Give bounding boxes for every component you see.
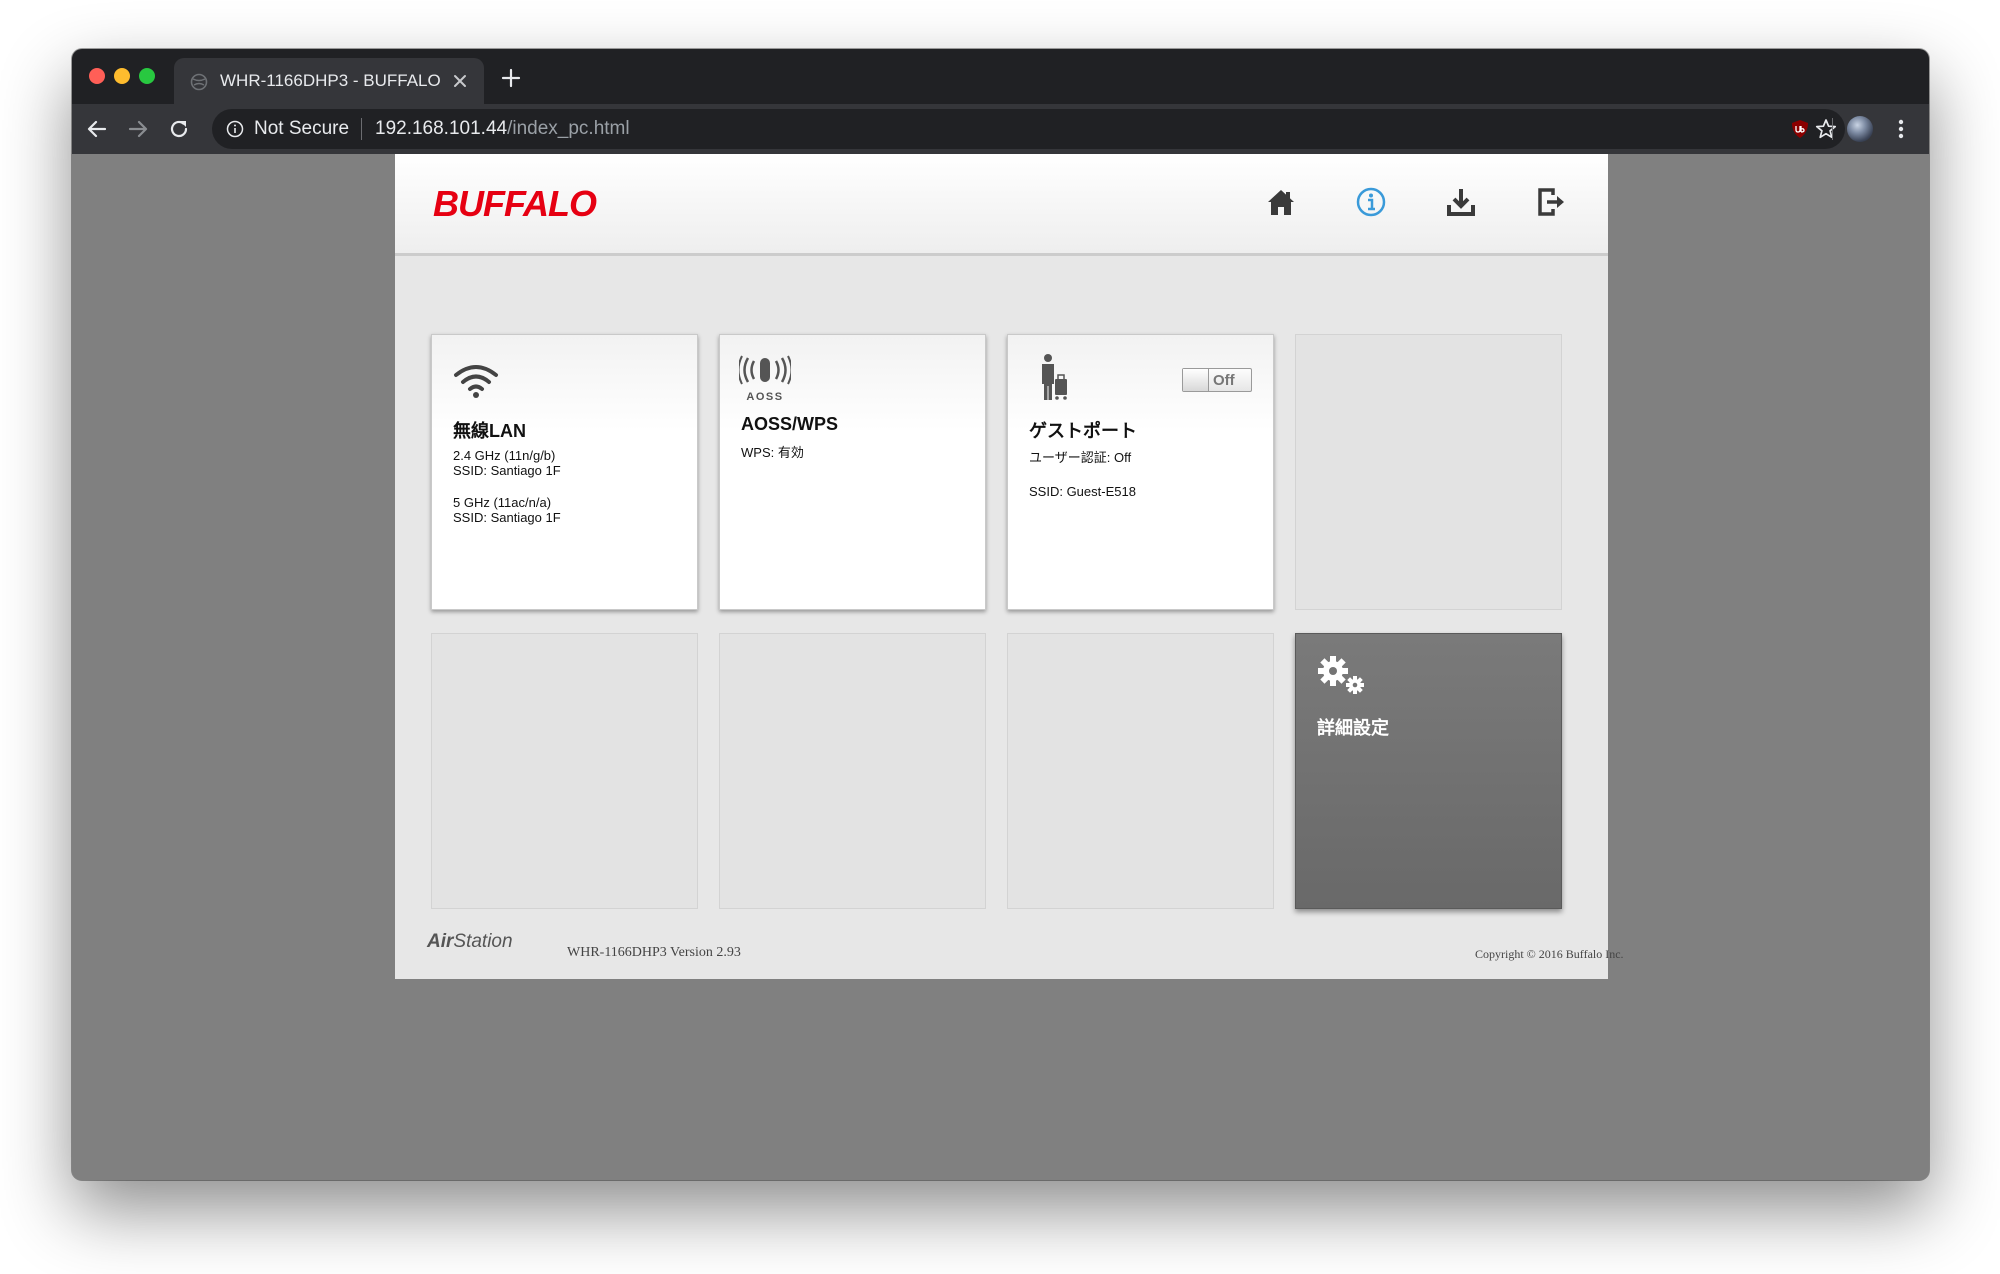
page-viewport: BUFFALO 無線LAN 2.4 GHz (11n/g/b) SSID: Sa…: [72, 154, 1929, 1180]
toggle-knob: [1183, 369, 1209, 391]
guest-user-auth: ユーザー認証: Off: [1029, 450, 1132, 465]
copyright-text: Copyright © 2016 Buffalo Inc.: [1475, 947, 1624, 961]
wps-status: WPS: 有効: [741, 445, 804, 460]
new-tab-icon[interactable]: [498, 65, 524, 91]
profile-avatar[interactable]: [1847, 116, 1873, 142]
minimize-window-button[interactable]: [114, 68, 130, 84]
guest-ssid: SSID: Guest-E518: [1029, 484, 1136, 499]
aoss-wps-tile[interactable]: AOSS AOSS/WPS WPS: 有効: [719, 334, 986, 610]
buffalo-logo: BUFFALO: [433, 183, 597, 224]
brand-station: Station: [453, 931, 513, 952]
airstation-logo: AirStation: [427, 931, 513, 953]
forward-icon[interactable]: [125, 116, 151, 142]
home-icon[interactable]: [1264, 185, 1298, 219]
security-indicator[interactable]: Not Secure: [254, 118, 349, 140]
wifi-icon: [454, 365, 498, 398]
globe-icon: [190, 73, 208, 91]
firmware-version: WHR-1166DHP3 Version 2.93: [567, 945, 741, 960]
maximize-window-button[interactable]: [139, 68, 155, 84]
close-window-button[interactable]: [89, 68, 105, 84]
empty-tile: [431, 633, 698, 909]
browser-window: WHR-1166DHP3 - BUFFALO AirStation Not: [72, 49, 1929, 1180]
address-bar[interactable]: Not Secure 192.168.101.44/index_pc.html: [212, 109, 1845, 149]
toolbar-separator: [1832, 118, 1833, 140]
aoss-icon-label: AOSS: [746, 391, 783, 403]
guest-port-title: ゲストポート: [1029, 421, 1137, 441]
page-header: BUFFALO: [395, 154, 1608, 256]
empty-tile: [1295, 334, 1562, 610]
bookmark-star-icon[interactable]: [1814, 117, 1838, 141]
more-menu-icon[interactable]: [1888, 116, 1914, 142]
guest-port-toggle[interactable]: Off: [1182, 368, 1252, 392]
advanced-settings-title: 詳細設定: [1317, 718, 1389, 738]
info-icon[interactable]: [1354, 185, 1388, 219]
gears-icon: [1318, 656, 1364, 694]
brand-air: Air: [427, 931, 454, 952]
url-host: 192.168.101.44: [375, 118, 508, 139]
browser-tab[interactable]: WHR-1166DHP3 - BUFFALO AirStation: [174, 58, 484, 104]
ublock-extension-icon[interactable]: [1790, 119, 1810, 139]
band-24ghz-ssid: SSID: Santiago 1F: [453, 463, 561, 478]
tab-title: WHR-1166DHP3 - BUFFALO AirStation: [220, 71, 440, 90]
empty-tile: [719, 633, 986, 909]
browser-toolbar: Not Secure 192.168.101.44/index_pc.html: [72, 104, 1929, 154]
guest-port-tile[interactable]: Off ゲストポート ユーザー認証: Off SSID: Guest-E518: [1007, 334, 1274, 610]
wireless-lan-title: 無線LAN: [453, 421, 526, 441]
info-circle-icon[interactable]: [226, 120, 244, 138]
aoss-icon: AOSS: [739, 355, 791, 403]
download-icon[interactable]: [1444, 185, 1478, 219]
wireless-lan-tile[interactable]: 無線LAN 2.4 GHz (11n/g/b) SSID: Santiago 1…: [431, 334, 698, 610]
back-icon[interactable]: [84, 116, 110, 142]
close-tab-icon[interactable]: [448, 69, 472, 93]
url-path: /index_pc.html: [507, 118, 630, 139]
advanced-settings-tile[interactable]: 詳細設定: [1295, 633, 1562, 909]
band-5ghz-label: 5 GHz (11ac/n/a): [453, 495, 552, 510]
band-5ghz-ssid: SSID: Santiago 1F: [453, 510, 561, 525]
address-separator: [361, 118, 362, 140]
guest-traveler-icon: [1042, 354, 1067, 400]
aoss-wps-title: AOSS/WPS: [741, 414, 839, 434]
router-admin-page: BUFFALO 無線LAN 2.4 GHz (11n/g/b) SSID: Sa…: [395, 154, 1624, 979]
empty-tile: [1007, 633, 1274, 909]
band-24ghz-label: 2.4 GHz (11n/g/b): [453, 448, 556, 463]
url-text[interactable]: 192.168.101.44/index_pc.html: [375, 118, 630, 140]
toggle-state-label: Off: [1213, 372, 1235, 389]
tab-strip: WHR-1166DHP3 - BUFFALO AirStation: [72, 49, 1929, 104]
reload-icon[interactable]: [166, 116, 192, 142]
logout-icon[interactable]: [1534, 185, 1568, 219]
